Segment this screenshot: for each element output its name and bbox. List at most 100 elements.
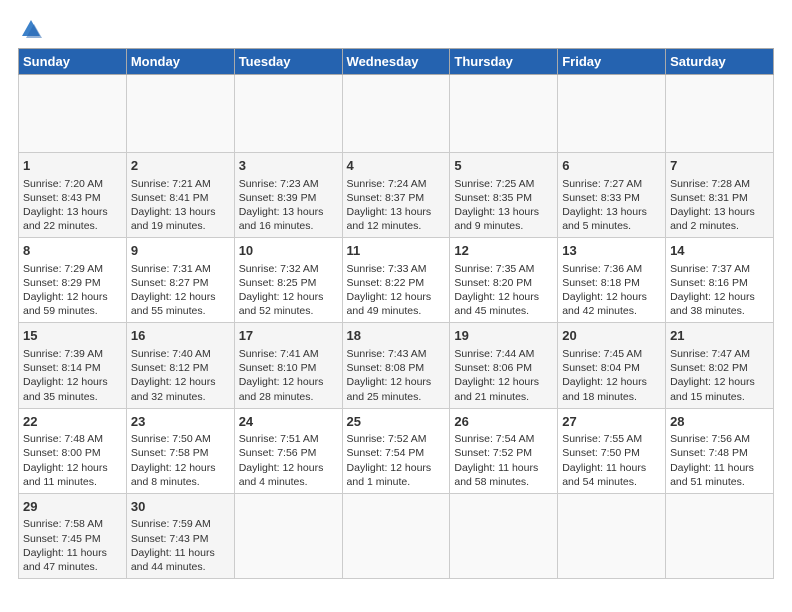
day-number: 9 [131,242,230,260]
calendar-cell [558,493,666,578]
calendar-cell [450,493,558,578]
calendar-cell: 8Sunrise: 7:29 AMSunset: 8:29 PMDaylight… [19,238,127,323]
sunset: Sunset: 7:45 PM [23,532,122,546]
calendar-cell: 1Sunrise: 7:20 AMSunset: 8:43 PMDaylight… [19,153,127,238]
sunrise: Sunrise: 7:37 AM [670,262,769,276]
day-number: 6 [562,157,661,175]
logo-icon [20,18,42,40]
calendar-cell: 11Sunrise: 7:33 AMSunset: 8:22 PMDayligh… [342,238,450,323]
sunset: Sunset: 8:18 PM [562,276,661,290]
day-number: 14 [670,242,769,260]
sunrise: Sunrise: 7:58 AM [23,517,122,531]
day-number: 26 [454,413,553,431]
sunrise: Sunrise: 7:39 AM [23,347,122,361]
sunrise: Sunrise: 7:40 AM [131,347,230,361]
daylight: Daylight: 11 hours and 54 minutes. [562,461,661,489]
sunrise: Sunrise: 7:45 AM [562,347,661,361]
week-row-1: 1Sunrise: 7:20 AMSunset: 8:43 PMDaylight… [19,153,774,238]
calendar-cell: 10Sunrise: 7:32 AMSunset: 8:25 PMDayligh… [234,238,342,323]
sunset: Sunset: 8:10 PM [239,361,338,375]
sunrise: Sunrise: 7:36 AM [562,262,661,276]
calendar-cell: 27Sunrise: 7:55 AMSunset: 7:50 PMDayligh… [558,408,666,493]
daylight: Daylight: 12 hours and 59 minutes. [23,290,122,318]
header [18,18,774,40]
calendar-cell: 12Sunrise: 7:35 AMSunset: 8:20 PMDayligh… [450,238,558,323]
day-number: 25 [347,413,446,431]
day-number: 7 [670,157,769,175]
day-number: 24 [239,413,338,431]
sunset: Sunset: 8:02 PM [670,361,769,375]
day-number: 22 [23,413,122,431]
sunrise: Sunrise: 7:20 AM [23,177,122,191]
calendar-cell [450,75,558,153]
calendar-cell: 2 Sunrise: 7:21 AMSunset: 8:41 PMDaylight… [126,153,234,238]
day-number: 12 [454,242,553,260]
calendar-cell: 25Sunrise: 7:52 AMSunset: 7:54 PMDayligh… [342,408,450,493]
calendar-cell: 3Sunrise: 7:23 AMSunset: 8:39 PMDaylight… [234,153,342,238]
calendar-cell: 29Sunrise: 7:58 AMSunset: 7:45 PMDayligh… [19,493,127,578]
daylight: Daylight: 12 hours and 32 minutes. [131,375,230,403]
week-row-3: 15Sunrise: 7:39 AMSunset: 8:14 PMDayligh… [19,323,774,408]
sunset: Sunset: 8:39 PM [239,191,338,205]
day-number: 27 [562,413,661,431]
day-number: 2 [131,157,230,175]
week-row-5: 29Sunrise: 7:58 AMSunset: 7:45 PMDayligh… [19,493,774,578]
sunset: Sunset: 8:41 PM [131,191,230,205]
sunrise: Sunrise: 7:21 AM [131,177,230,191]
calendar-cell: 6Sunrise: 7:27 AMSunset: 8:33 PMDaylight… [558,153,666,238]
day-number: 29 [23,498,122,516]
calendar-cell [342,493,450,578]
day-number: 13 [562,242,661,260]
day-number: 10 [239,242,338,260]
sunrise: Sunrise: 7:56 AM [670,432,769,446]
week-row-4: 22Sunrise: 7:48 AMSunset: 8:00 PMDayligh… [19,408,774,493]
sunset: Sunset: 7:56 PM [239,446,338,460]
calendar-cell [666,75,774,153]
calendar-table: SundayMondayTuesdayWednesdayThursdayFrid… [18,48,774,579]
day-number: 1 [23,157,122,175]
calendar-cell: 4Sunrise: 7:24 AMSunset: 8:37 PMDaylight… [342,153,450,238]
sunset: Sunset: 8:04 PM [562,361,661,375]
daylight: Daylight: 12 hours and 11 minutes. [23,461,122,489]
sunrise: Sunrise: 7:33 AM [347,262,446,276]
sunset: Sunset: 8:31 PM [670,191,769,205]
sunset: Sunset: 8:12 PM [131,361,230,375]
col-header-friday: Friday [558,49,666,75]
daylight: Daylight: 11 hours and 58 minutes. [454,461,553,489]
sunrise: Sunrise: 7:43 AM [347,347,446,361]
sunset: Sunset: 7:58 PM [131,446,230,460]
sunrise: Sunrise: 7:27 AM [562,177,661,191]
week-row-2: 8Sunrise: 7:29 AMSunset: 8:29 PMDaylight… [19,238,774,323]
daylight: Daylight: 11 hours and 47 minutes. [23,546,122,574]
sunrise: Sunrise: 7:31 AM [131,262,230,276]
calendar-cell: 17Sunrise: 7:41 AMSunset: 8:10 PMDayligh… [234,323,342,408]
day-number: 3 [239,157,338,175]
daylight: Daylight: 12 hours and 28 minutes. [239,375,338,403]
sunset: Sunset: 8:37 PM [347,191,446,205]
day-number: 8 [23,242,122,260]
calendar-cell: 20Sunrise: 7:45 AMSunset: 8:04 PMDayligh… [558,323,666,408]
day-number: 30 [131,498,230,516]
sunrise: Sunrise: 7:55 AM [562,432,661,446]
calendar-cell [558,75,666,153]
sunrise: Sunrise: 7:28 AM [670,177,769,191]
daylight: Daylight: 12 hours and 8 minutes. [131,461,230,489]
sunrise: Sunrise: 7:29 AM [23,262,122,276]
col-header-tuesday: Tuesday [234,49,342,75]
daylight: Daylight: 13 hours and 12 minutes. [347,205,446,233]
sunset: Sunset: 8:25 PM [239,276,338,290]
calendar-cell: 16Sunrise: 7:40 AMSunset: 8:12 PMDayligh… [126,323,234,408]
calendar-cell: 5Sunrise: 7:25 AMSunset: 8:35 PMDaylight… [450,153,558,238]
sunset: Sunset: 7:50 PM [562,446,661,460]
daylight: Daylight: 12 hours and 42 minutes. [562,290,661,318]
daylight: Daylight: 12 hours and 4 minutes. [239,461,338,489]
week-row-0 [19,75,774,153]
daylight: Daylight: 12 hours and 38 minutes. [670,290,769,318]
sunrise: Sunrise: 7:47 AM [670,347,769,361]
daylight: Daylight: 11 hours and 44 minutes. [131,546,230,574]
daylight: Daylight: 12 hours and 52 minutes. [239,290,338,318]
sunrise: Sunrise: 7:50 AM [131,432,230,446]
sunset: Sunset: 8:08 PM [347,361,446,375]
daylight: Daylight: 13 hours and 19 minutes. [131,205,230,233]
sunrise: Sunrise: 7:48 AM [23,432,122,446]
